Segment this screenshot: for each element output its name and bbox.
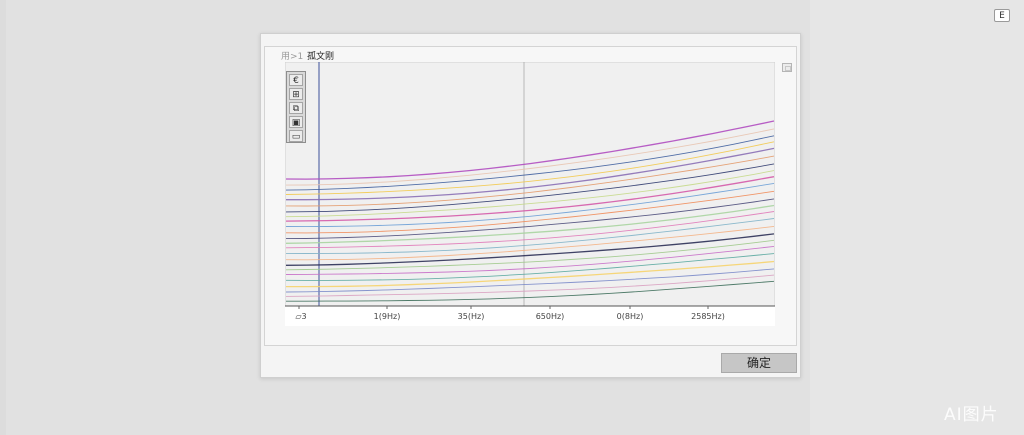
watermark: AI图片 — [944, 405, 999, 425]
layout-icon: ⊞ — [292, 90, 300, 100]
x-tick-label-1: ▱3 — [295, 312, 306, 321]
frame-icon: ▭ — [291, 132, 301, 142]
tab-title: 孤文刚 — [307, 52, 335, 62]
window-edge-right — [810, 0, 1024, 435]
x-tick-label-5: 0(8Hz) — [617, 312, 644, 321]
toolbox-tool-1[interactable]: € — [289, 74, 303, 86]
window-edge-left — [0, 0, 6, 435]
chart-icon: ▣ — [291, 118, 301, 128]
x-tick-label-3: 35(Hz) — [458, 312, 485, 321]
line-chart: ▱3 1(9Hz) 35(Hz) 650Hz) 0(8Hz) 2585Hz) — [285, 62, 775, 326]
toolbox-tool-4[interactable]: ▣ — [289, 116, 303, 128]
tab-prefix: 用>1 — [281, 52, 304, 62]
corner-menu-button[interactable]: E — [994, 9, 1010, 22]
confirm-button[interactable]: 确定 — [721, 353, 797, 373]
toolbox-tool-2[interactable]: ⊞ — [289, 88, 303, 100]
chart-area: ▱3 1(9Hz) 35(Hz) 650Hz) 0(8Hz) 2585Hz) — [285, 62, 775, 326]
x-tick-label-4: 650Hz) — [536, 312, 565, 321]
expand-icon[interactable] — [782, 63, 792, 72]
toolbox-tool-5[interactable]: ▭ — [289, 130, 303, 142]
euro-icon: € — [293, 76, 299, 86]
toolbox-tool-3[interactable]: ⧉ — [289, 102, 303, 114]
x-tick-label-6: 2585Hz) — [691, 312, 725, 321]
x-tick-label-2: 1(9Hz) — [374, 312, 401, 321]
stack-icon: ⧉ — [292, 104, 300, 114]
chart-toolbox: € ⊞ ⧉ ▣ ▭ — [286, 71, 306, 143]
plot-background — [285, 62, 775, 307]
